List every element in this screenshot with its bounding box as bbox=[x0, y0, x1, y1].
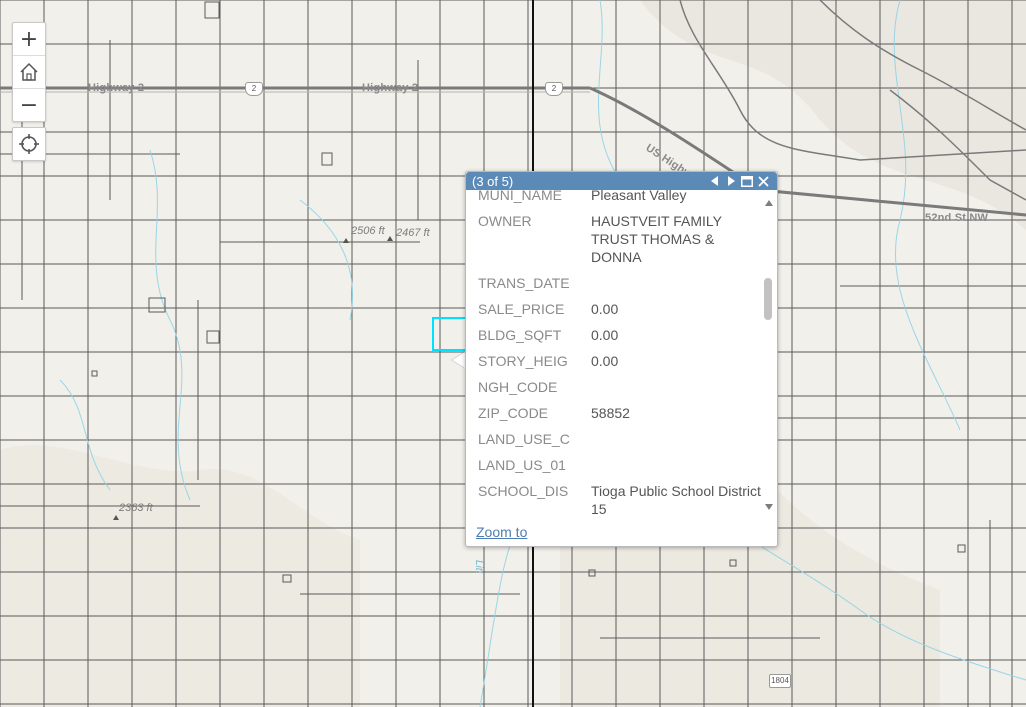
attribute-row: LAND_US_01 bbox=[478, 456, 763, 482]
attribute-value bbox=[591, 274, 763, 300]
attribute-value: Tioga Public School District 15 bbox=[591, 483, 761, 517]
highway-label: Highway 2 bbox=[362, 82, 419, 94]
previous-feature-button[interactable] bbox=[707, 173, 723, 189]
attribute-row: OWNER HAUSTVEIT FAMILY TRUST THOMAS & DON… bbox=[478, 212, 763, 274]
attribute-name: NGH_CODE bbox=[478, 379, 558, 395]
attribute-value: 58852 bbox=[591, 405, 630, 421]
attribute-row: TRANS_DATE bbox=[478, 274, 763, 300]
zoom-in-button[interactable]: + bbox=[13, 23, 45, 56]
route-shield: 1804 bbox=[769, 674, 791, 688]
locate-button[interactable] bbox=[12, 127, 46, 161]
attribute-row: MUNI_NAME Pleasant Valley bbox=[478, 190, 763, 212]
scroll-down-arrow[interactable] bbox=[765, 504, 773, 510]
attribute-row: NGH_CODE bbox=[478, 378, 763, 404]
previous-icon bbox=[711, 176, 718, 186]
scroll-up-arrow[interactable] bbox=[765, 200, 773, 206]
info-popup: (3 of 5) MUNI_NAME Pleasant Valley OWNER HA… bbox=[465, 171, 778, 547]
close-icon bbox=[757, 175, 769, 187]
attribute-row: STORY_HEIG 0.00 bbox=[478, 352, 763, 378]
popup-content[interactable]: MUNI_NAME Pleasant Valley OWNER HAUSTVEIT F… bbox=[466, 190, 766, 522]
attribute-row: LAND_USE_C bbox=[478, 430, 763, 456]
popup-title: (3 of 5) bbox=[472, 173, 514, 189]
attribute-row: SCHOOL_DIS Tioga Public School District 1… bbox=[478, 482, 763, 522]
attribute-table: MUNI_NAME Pleasant Valley OWNER HAUSTVEIT F… bbox=[478, 190, 763, 522]
popup-pointer bbox=[452, 352, 465, 368]
elevation-label: 2506 ft bbox=[351, 225, 385, 237]
attribute-name: MUNI_NAME bbox=[478, 190, 563, 203]
zoom-control: + − bbox=[12, 22, 46, 122]
zoom-to-link[interactable]: Zoom to bbox=[476, 524, 527, 540]
attribute-row: SALE_PRICE 0.00 bbox=[478, 300, 763, 326]
close-button[interactable] bbox=[755, 173, 771, 189]
attribute-name: OWNER bbox=[478, 213, 532, 229]
home-icon bbox=[20, 62, 38, 81]
attribute-name: BLDG_SQFT bbox=[478, 327, 562, 343]
home-button[interactable] bbox=[13, 56, 45, 89]
attribute-value: 0.00 bbox=[591, 327, 619, 343]
attribute-value: 0.00 bbox=[591, 353, 619, 369]
maximize-icon bbox=[741, 175, 753, 187]
scroll-thumb[interactable] bbox=[764, 278, 772, 320]
attribute-value: 0.00 bbox=[591, 301, 619, 317]
attribute-name: LAND_US_01 bbox=[478, 457, 566, 473]
popup-scrollbar[interactable] bbox=[763, 194, 775, 516]
popup-header: (3 of 5) bbox=[466, 172, 777, 190]
street-label: 52nd St NW bbox=[925, 212, 989, 224]
attribute-name: SALE_PRICE bbox=[478, 301, 565, 317]
highway-label: Highway 2 bbox=[88, 82, 145, 94]
next-feature-button[interactable] bbox=[723, 173, 739, 189]
attribute-name: TRANS_DATE bbox=[478, 275, 570, 291]
elevation-label: 2363 ft bbox=[119, 502, 153, 514]
attribute-name: LAND_USE_C bbox=[478, 431, 570, 447]
route-shield: 2 bbox=[245, 82, 263, 96]
next-icon bbox=[728, 176, 735, 186]
attribute-value bbox=[591, 378, 763, 404]
crosshair-icon bbox=[19, 134, 39, 154]
attribute-value bbox=[591, 430, 763, 456]
attribute-name: STORY_HEIG bbox=[478, 353, 568, 369]
attribute-row: BLDG_SQFT 0.00 bbox=[478, 326, 763, 352]
zoom-out-button[interactable]: − bbox=[13, 89, 45, 121]
route-shield: 2 bbox=[545, 82, 563, 96]
attribute-value bbox=[591, 456, 763, 482]
attribute-name: SCHOOL_DIS bbox=[478, 483, 569, 499]
attribute-row: ZIP_CODE 58852 bbox=[478, 404, 763, 430]
attribute-value: HAUSTVEIT FAMILY TRUST THOMAS & DONNA bbox=[591, 213, 722, 265]
attribute-value: Pleasant Valley bbox=[591, 190, 687, 203]
attribute-name: ZIP_CODE bbox=[478, 405, 549, 421]
maximize-button[interactable] bbox=[739, 173, 755, 189]
elevation-label: 2467 ft bbox=[396, 227, 430, 239]
